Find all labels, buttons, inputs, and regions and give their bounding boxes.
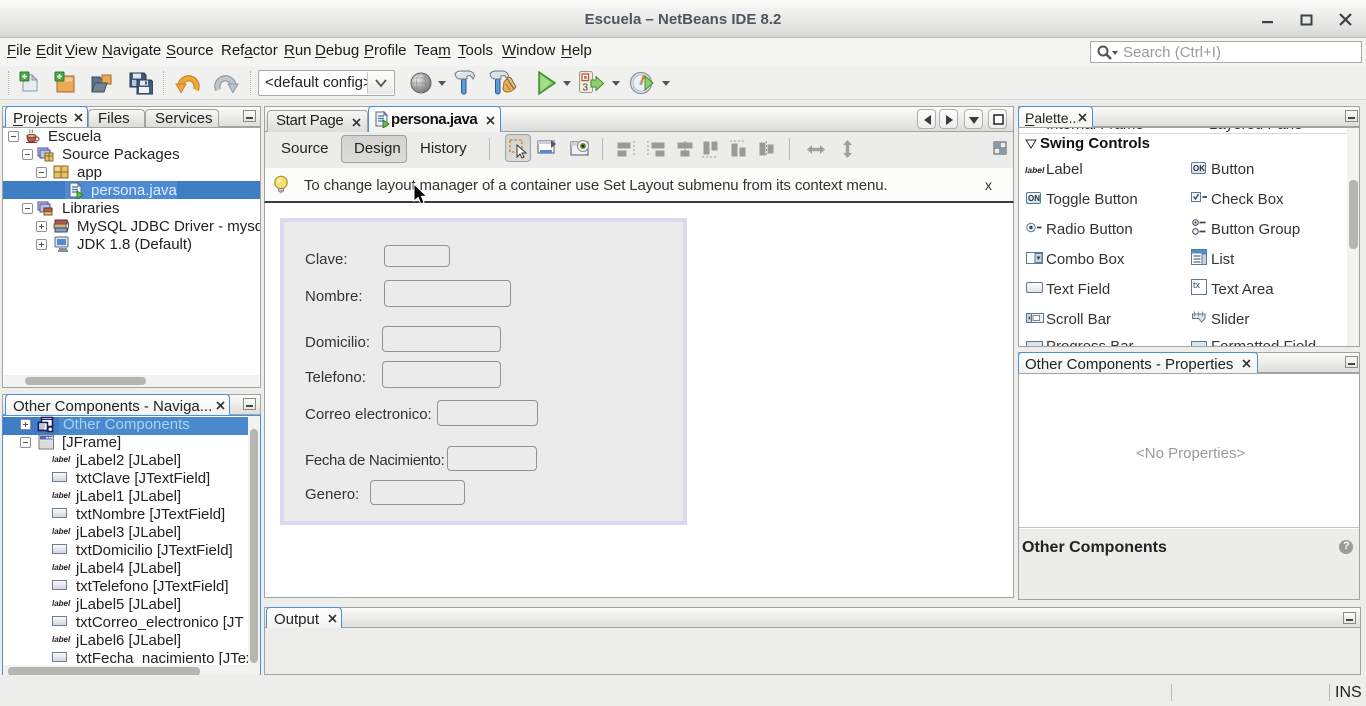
svg-text:label: label [1025,165,1045,175]
svg-text:3: 3 [583,83,589,94]
